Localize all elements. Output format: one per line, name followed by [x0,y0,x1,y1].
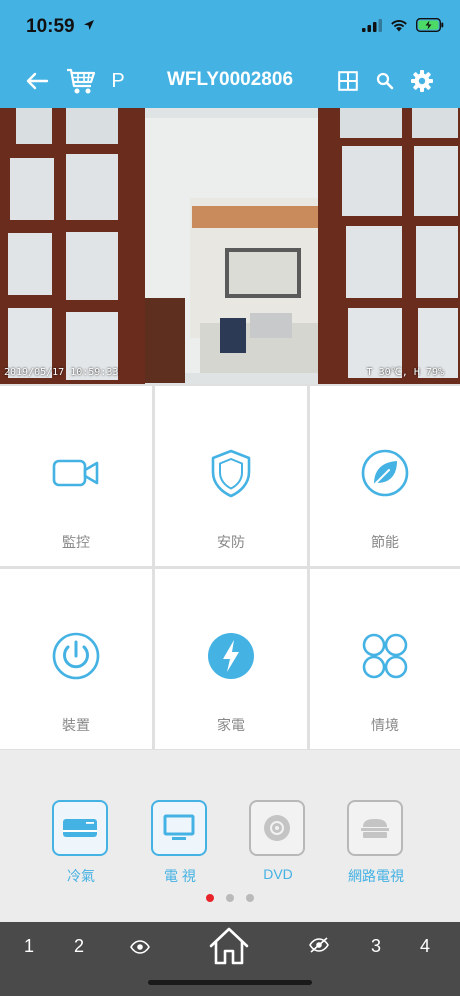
appliance-icon-box [347,800,403,856]
appliance-label: 冷氣 [67,868,95,884]
appliance-icon-box [249,800,305,856]
bottom-toolbar: 1 2 3 4 [0,922,460,996]
appliance-carousel: 冷氣 電 視 DVD 網路電視 [0,750,460,922]
appliance-icon-box [151,800,207,856]
video-camera-icon [52,459,99,487]
air-conditioner-icon [63,819,97,837]
tv-icon [163,814,195,840]
feature-grid: 監控 安防 節能 裝置 家電 情境 [0,384,460,750]
status-time: 10:59 [26,16,95,38]
page-dot-active[interactable] [206,894,214,902]
tile-label: 監控 [62,534,90,550]
battery-charging-icon [416,18,444,32]
camera-image [0,108,460,384]
appliance-tv[interactable]: 電 視 [151,800,209,886]
hide-button[interactable] [309,937,329,958]
search-button[interactable] [374,66,396,96]
p-button[interactable]: P [108,66,128,96]
back-button[interactable] [24,66,50,96]
network-tv-icon [361,819,389,838]
tile-label: 節能 [371,534,399,550]
page-dot[interactable] [226,894,234,902]
bottom-item-2[interactable]: 2 [74,936,84,957]
tile-label: 家電 [217,717,245,733]
camera-feed[interactable]: 2019/05/17 10:59:33 T 30℃, H 79% [0,108,460,384]
leaf-icon [361,449,409,497]
nav-bar: P WFLY0002806 [0,56,460,108]
grid-layout-icon [338,71,358,91]
show-button[interactable] [130,938,150,959]
tile-label: 情境 [371,717,399,733]
search-icon [376,72,394,90]
appliance-network-tv[interactable]: 網路電視 [347,800,405,886]
settings-button[interactable] [409,66,435,96]
appliance-air-conditioner[interactable]: 冷氣 [52,800,110,886]
shield-icon [211,449,251,498]
appliance-dvd[interactable]: DVD [249,800,307,882]
page-dot[interactable] [246,894,254,902]
home-button[interactable] [207,926,251,971]
p-label: P [111,69,125,92]
bottom-item-4[interactable]: 4 [420,936,430,957]
appliance-label: 電 視 [164,868,196,884]
dvd-icon [264,815,290,841]
gear-icon [411,70,433,92]
camera-sensor-readout: T 30℃, H 79% [366,367,444,378]
time-text: 10:59 [26,16,75,37]
home-indicator[interactable] [148,980,312,985]
eye-icon [130,940,150,954]
scenes-icon [362,633,408,679]
page-indicator[interactable] [0,894,460,902]
lightning-icon [208,633,254,679]
appliance-icon-box [52,800,108,856]
camera-timestamp: 2019/05/17 10:59:33 [4,367,119,378]
location-arrow-icon [83,20,94,30]
cart-icon [67,68,96,94]
tile-scenes[interactable]: 情境 [310,569,460,749]
power-icon [52,632,100,680]
tile-appliances[interactable]: 家電 [155,569,307,749]
tile-label: 裝置 [62,717,90,733]
status-bar: 10:59 [0,0,460,56]
signal-icon [362,18,382,32]
tile-label: 安防 [217,534,245,550]
bottom-item-1[interactable]: 1 [24,936,34,957]
bottom-item-3[interactable]: 3 [371,936,381,957]
home-icon [209,927,249,965]
tile-devices[interactable]: 裝置 [0,569,152,749]
tile-monitoring[interactable]: 監控 [0,386,152,566]
cart-button[interactable] [66,66,96,96]
appliance-label: 網路電視 [348,868,404,884]
grid-layout-button[interactable] [337,66,359,96]
tile-security[interactable]: 安防 [155,386,307,566]
back-arrow-icon [26,72,49,90]
wifi-icon [391,19,407,31]
appliance-label: DVD [263,866,293,882]
tile-energy-saving[interactable]: 節能 [310,386,460,566]
status-indicators [362,18,444,32]
eye-off-icon [309,937,329,953]
